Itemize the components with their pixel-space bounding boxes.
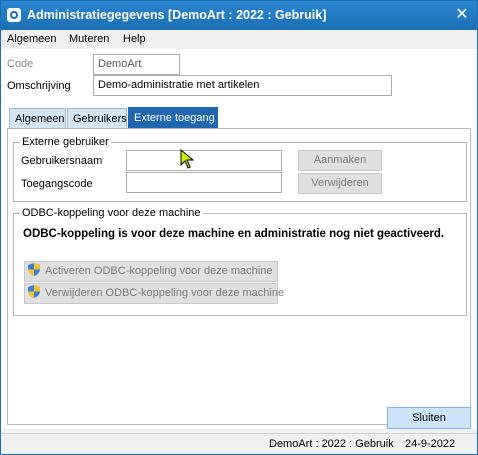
- tab-algemeen[interactable]: Algemeen: [9, 108, 66, 128]
- odbc-group-title: ODBC-koppeling voor deze machine: [20, 207, 203, 219]
- username-label: Gebruikersnaam: [21, 155, 103, 167]
- title-bar[interactable]: Administratiegegevens [DemoArt : 2022 : …: [1, 1, 477, 30]
- status-date: 24-9-2022: [405, 438, 456, 450]
- status-bar: DemoArt : 2022 : Gebruik 24-9-2022: [1, 433, 477, 454]
- code-label: Code: [7, 58, 34, 70]
- description-field[interactable]: Demo-administratie met artikelen: [93, 75, 392, 96]
- external-user-group-title: Externe gebruiker: [20, 136, 111, 148]
- external-user-group: Externe gebruiker Gebruikersnaam Aanmake…: [13, 136, 467, 202]
- uac-shield-icon: [28, 263, 40, 276]
- uac-shield-icon: [28, 285, 40, 298]
- close-button[interactable]: Sluiten: [387, 407, 471, 429]
- status-context: DemoArt : 2022 : Gebruik: [269, 438, 394, 450]
- tab-externe-toegang[interactable]: Externe toegang: [128, 107, 218, 128]
- menu-item-help[interactable]: Help: [123, 33, 146, 45]
- odbc-group: ODBC-koppeling voor deze machine ODBC-ko…: [13, 207, 467, 316]
- dialog-body: Code DemoArt Omschrijving Demo-administr…: [1, 49, 477, 429]
- access-code-label: Toegangscode: [21, 178, 93, 190]
- menu-item-muteren[interactable]: Muteren: [69, 33, 109, 45]
- create-button[interactable]: Aanmaken: [298, 150, 382, 171]
- tab-gebruikers[interactable]: Gebruikers: [67, 108, 127, 128]
- username-input[interactable]: [126, 150, 282, 171]
- menu-bar: Algemeen Muteren Help: [1, 30, 477, 49]
- window-title: Administratiegegevens [DemoArt : 2022 : …: [27, 8, 327, 22]
- tab-panel-externe-toegang: Externe gebruiker Gebruikersnaam Aanmake…: [7, 128, 471, 425]
- odbc-status-message: ODBC-koppeling is voor deze machine en a…: [23, 228, 445, 240]
- menu-item-algemeen[interactable]: Algemeen: [7, 33, 57, 45]
- delete-button[interactable]: Verwijderen: [298, 173, 382, 194]
- mouse-pointer-icon: [180, 149, 194, 169]
- dialog-window: Administratiegegevens [DemoArt : 2022 : …: [0, 0, 478, 455]
- remove-odbc-label: Verwijderen ODBC-koppeling voor deze mac…: [45, 287, 285, 299]
- activate-odbc-label: Activeren ODBC-koppeling voor deze machi…: [45, 265, 273, 277]
- close-icon[interactable]: ✕: [453, 6, 471, 24]
- remove-odbc-button[interactable]: Verwijderen ODBC-koppeling voor deze mac…: [24, 283, 284, 304]
- app-icon: [7, 8, 21, 22]
- activate-odbc-button[interactable]: Activeren ODBC-koppeling voor deze machi…: [24, 261, 278, 282]
- code-field: DemoArt: [93, 54, 180, 75]
- access-code-input[interactable]: [126, 172, 282, 193]
- description-label: Omschrijving: [7, 80, 71, 92]
